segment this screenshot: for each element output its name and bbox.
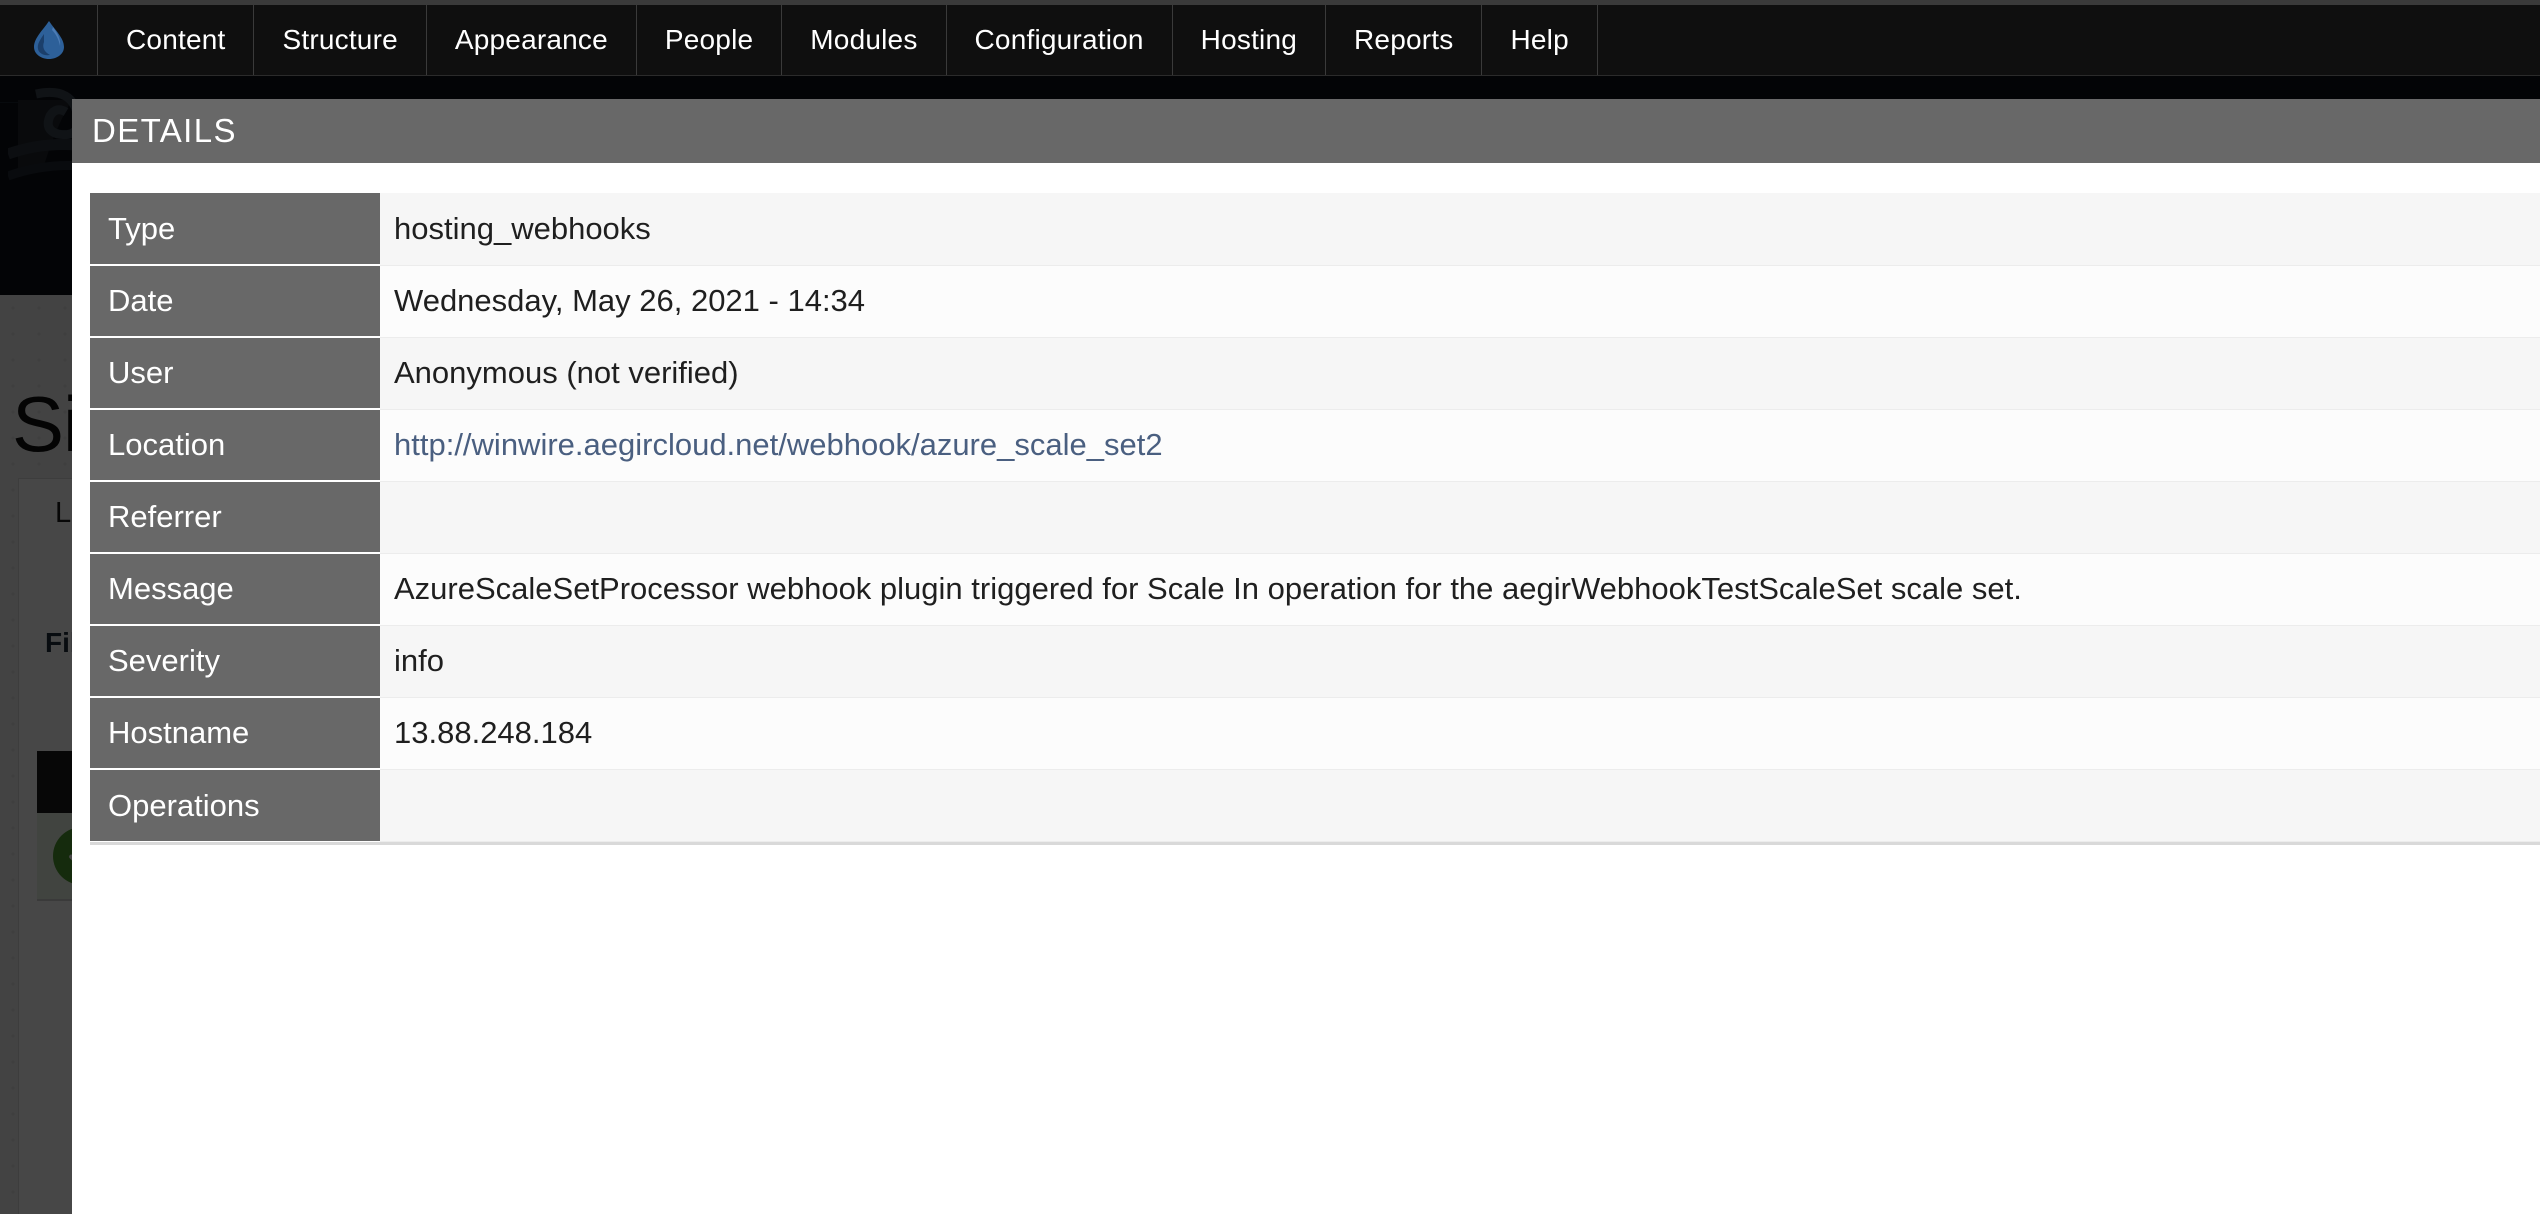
toolbar-item-help[interactable]: Help [1482, 0, 1598, 75]
toolbar-item-structure[interactable]: Structure [254, 0, 427, 75]
toolbar-item-people[interactable]: People [637, 0, 783, 75]
details-row-label: Location [90, 409, 380, 482]
admin-toolbar: Content Structure Appearance People Modu… [0, 0, 2540, 76]
details-row: Hostname 13.88.248.184 [90, 697, 2540, 770]
toolbar-item-content[interactable]: Content [98, 0, 255, 75]
toolbar-item-configuration[interactable]: Configuration [947, 0, 1173, 75]
details-row: Message AzureScaleSetProcessor webhook pl… [90, 553, 2540, 626]
details-row-label: Hostname [90, 697, 380, 770]
details-row-label: User [90, 337, 380, 410]
toolbar-item-hosting[interactable]: Hosting [1173, 0, 1327, 75]
details-row-label: Operations [90, 769, 380, 841]
details-modal-title: DETAILS [92, 112, 237, 149]
details-row-label: Message [90, 553, 380, 626]
details-table-bottom-rule [90, 841, 2540, 845]
aegir-drupal-logo-icon[interactable] [0, 0, 98, 75]
details-row-value: Wednesday, May 26, 2021 - 14:34 [380, 265, 2540, 338]
details-row: Referrer [90, 481, 2540, 554]
details-row-value: 13.88.248.184 [380, 697, 2540, 770]
details-row: User Anonymous (not verified) [90, 337, 2540, 410]
details-row: Location http://winwire.aegircloud.net/we… [90, 409, 2540, 482]
details-row-value: AzureScaleSetProcessor webhook plugin tr… [380, 553, 2540, 626]
details-table: Type hosting_webhooks Date Wednesday, May 2… [90, 193, 2540, 842]
details-row-value: hosting_webhooks [380, 193, 2540, 266]
details-modal: DETAILS Type hosting_webhooks Date Wednesda… [72, 99, 2540, 1214]
details-row-value[interactable]: http://winwire.aegircloud.net/webhook/az… [380, 409, 2540, 482]
details-row-value: info [380, 625, 2540, 698]
details-row-label: Severity [90, 625, 380, 698]
details-row: Severity info [90, 625, 2540, 698]
details-row-value [380, 769, 2540, 842]
details-row-label: Date [90, 265, 380, 338]
details-row-label: Type [90, 193, 380, 266]
details-row-value: Anonymous (not verified) [380, 337, 2540, 410]
details-row: Date Wednesday, May 26, 2021 - 14:34 [90, 265, 2540, 338]
toolbar-item-modules[interactable]: Modules [782, 0, 947, 75]
details-modal-body: Type hosting_webhooks Date Wednesday, May 2… [72, 163, 2540, 845]
toolbar-item-appearance[interactable]: Appearance [427, 0, 637, 75]
toolbar-item-reports[interactable]: Reports [1326, 0, 1483, 75]
details-row: Operations [90, 769, 2540, 842]
details-row-label: Referrer [90, 481, 380, 554]
details-row: Type hosting_webhooks [90, 193, 2540, 266]
details-row-value [380, 481, 2540, 554]
location-link[interactable]: http://winwire.aegircloud.net/webhook/az… [394, 427, 1163, 462]
screen: Sites List Filter [0, 0, 2540, 1214]
details-modal-titlebar: DETAILS [72, 99, 2540, 163]
